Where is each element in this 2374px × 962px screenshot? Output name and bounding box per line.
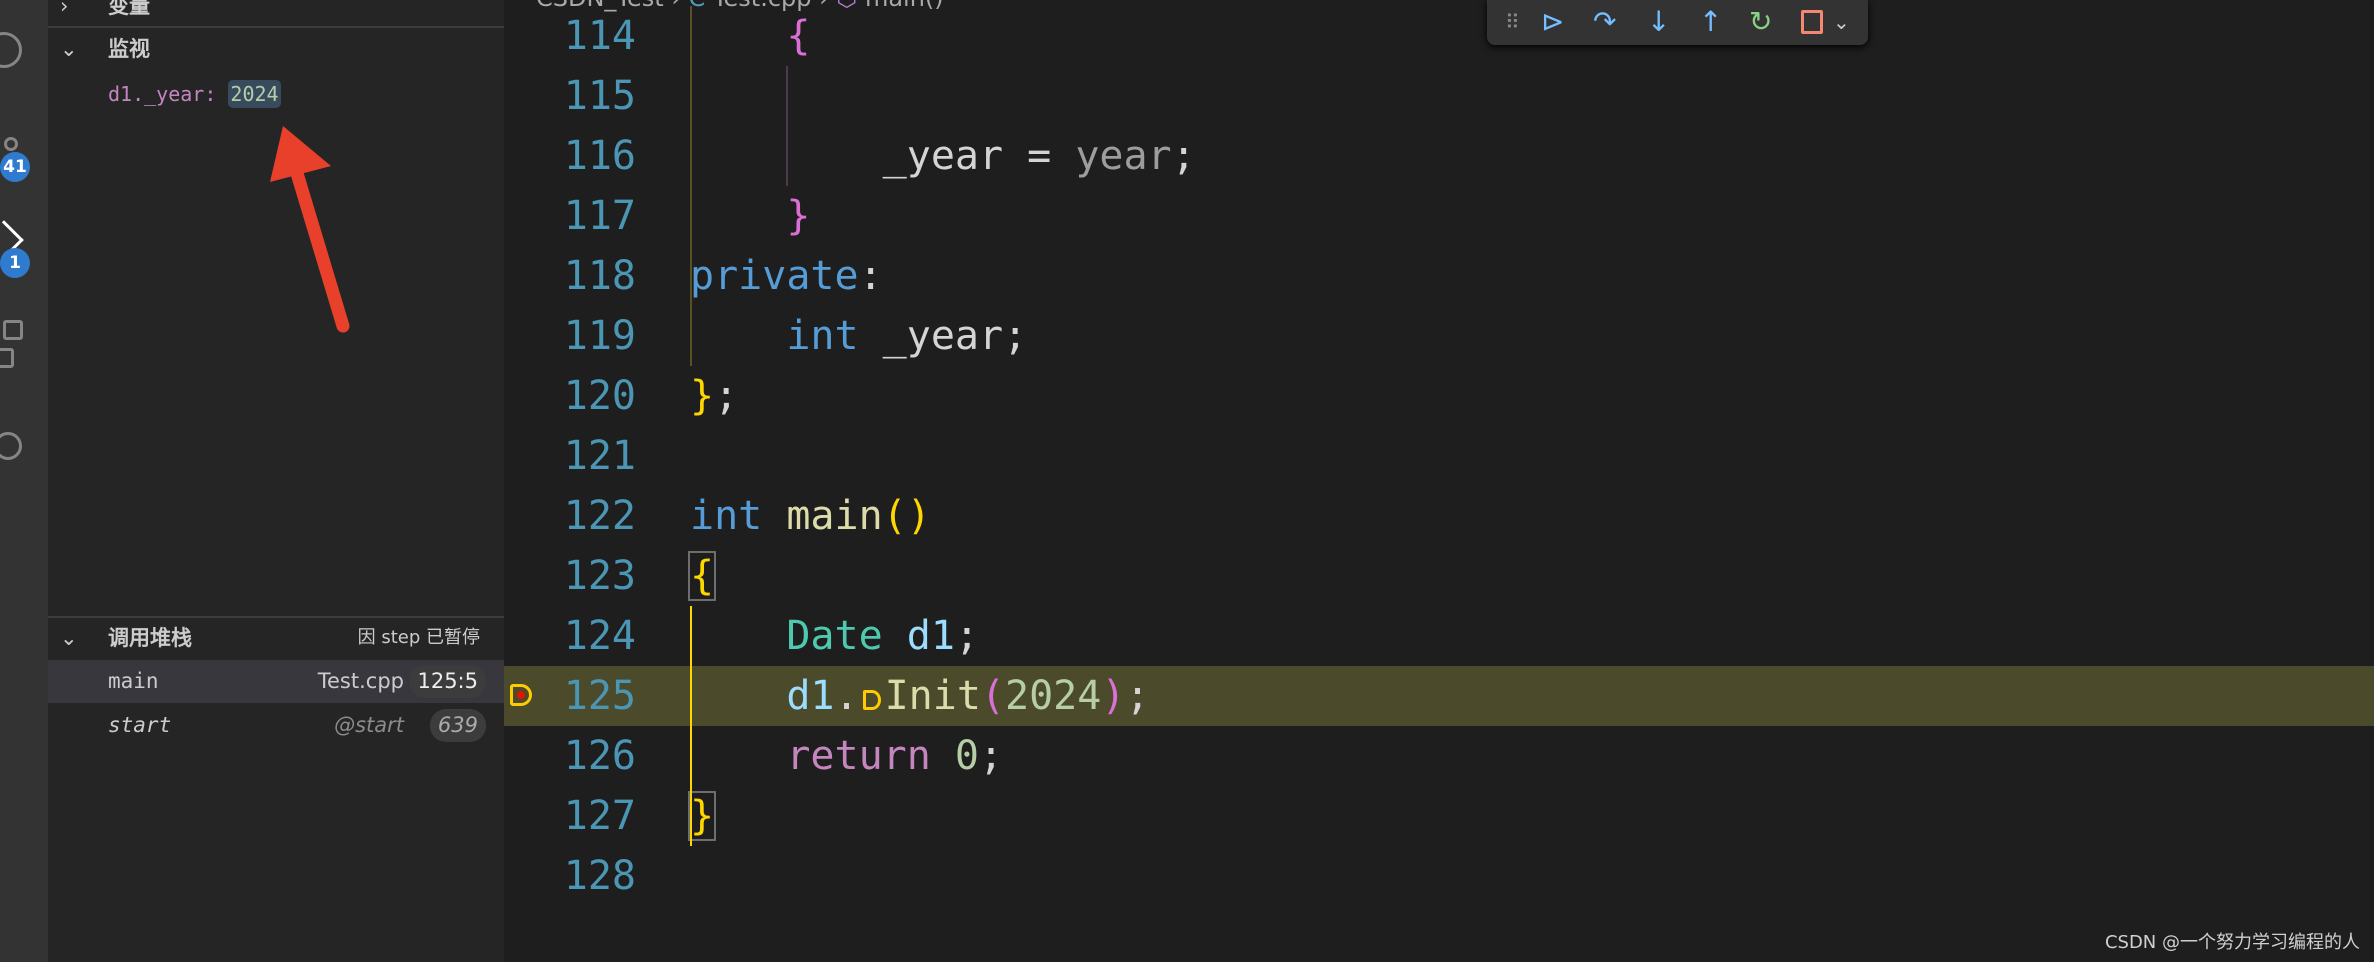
watermark: CSDN @一个努力学习编程的人 — [2104, 932, 2360, 953]
annotation-arrow — [270, 126, 350, 333]
